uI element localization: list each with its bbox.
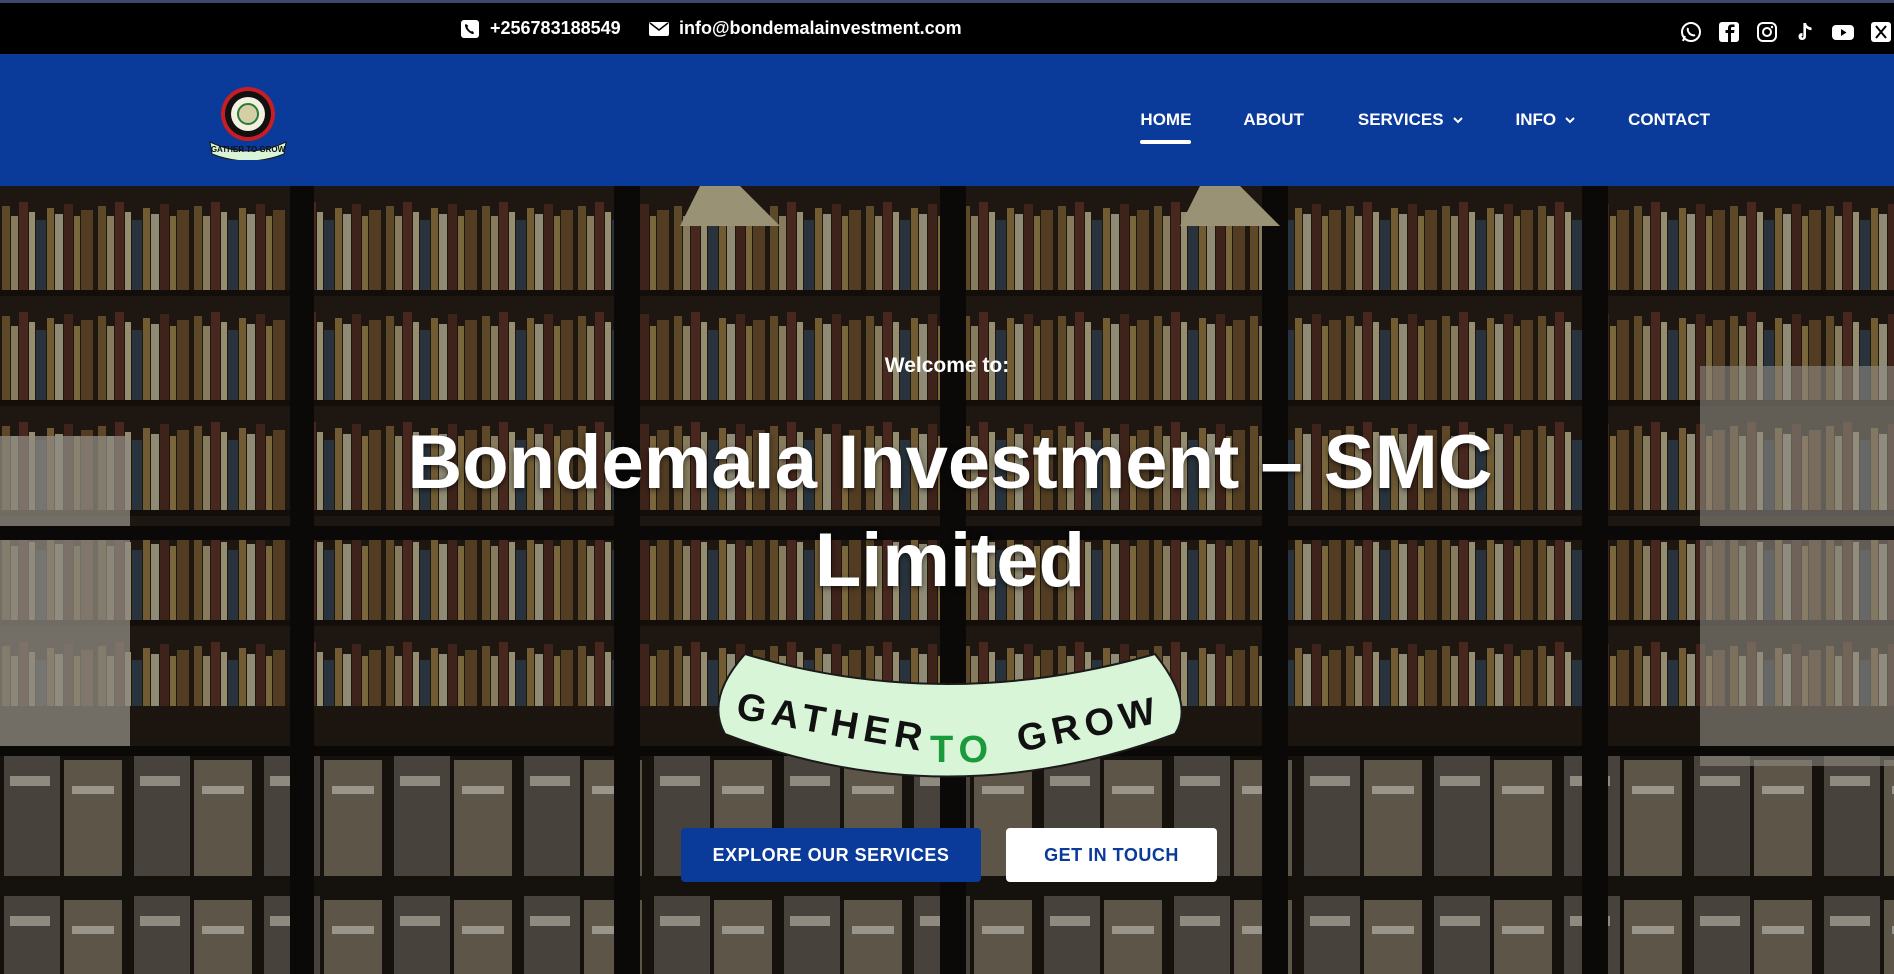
main-nav: HOME ABOUT SERVICES INFO CONTACT bbox=[1140, 54, 1710, 186]
instagram-icon[interactable] bbox=[1754, 19, 1780, 45]
nav-contact[interactable]: CONTACT bbox=[1628, 110, 1710, 130]
phone-number: +256783188549 bbox=[490, 18, 621, 38]
nav-info[interactable]: INFO bbox=[1516, 110, 1577, 130]
facebook-icon[interactable] bbox=[1716, 19, 1742, 45]
get-in-touch-button[interactable]: GET IN TOUCH bbox=[1006, 828, 1217, 882]
tiktok-icon[interactable] bbox=[1792, 19, 1818, 45]
top-bar: +256783188549 info@bondemalainvestment.c… bbox=[0, 0, 1894, 54]
nav-info-label: INFO bbox=[1515, 110, 1557, 129]
nav-about[interactable]: ABOUT bbox=[1243, 110, 1303, 130]
main-header: GATHER TO GROW HOME ABOUT SERVICES INFO … bbox=[0, 54, 1894, 186]
hero-section: Welcome to: Bondemala Investment – SMC L… bbox=[0, 186, 1894, 974]
whatsapp-icon[interactable] bbox=[1678, 19, 1704, 45]
email-address: info@bondemalainvestment.com bbox=[679, 18, 962, 38]
explore-services-button[interactable]: EXPLORE OUR SERVICES bbox=[681, 828, 981, 882]
phone-icon bbox=[461, 19, 479, 38]
hero-title: Bondemala Investment – SMC Limited bbox=[407, 420, 1493, 603]
chevron-down-icon bbox=[1452, 117, 1463, 124]
svg-text:GATHER TO GROW: GATHER TO GROW bbox=[211, 145, 286, 154]
phone-link[interactable]: +256783188549 bbox=[460, 18, 621, 39]
chevron-down-icon bbox=[1565, 117, 1575, 124]
nav-about-label: ABOUT bbox=[1243, 110, 1304, 129]
nav-contact-label: CONTACT bbox=[1628, 110, 1710, 129]
nav-services-label: SERVICES bbox=[1357, 110, 1444, 129]
tagline-banner: GATHER TO GROW bbox=[705, 644, 1195, 792]
nav-home[interactable]: HOME bbox=[1140, 110, 1192, 144]
nav-services[interactable]: SERVICES bbox=[1358, 110, 1464, 130]
social-links bbox=[1678, 19, 1894, 45]
email-link[interactable]: info@bondemalainvestment.com bbox=[649, 18, 962, 39]
nav-home-label: HOME bbox=[1140, 110, 1192, 129]
site-logo[interactable]: GATHER TO GROW bbox=[208, 82, 288, 162]
welcome-text: Welcome to: bbox=[884, 354, 1010, 377]
youtube-icon[interactable] bbox=[1830, 19, 1856, 45]
svg-text:TO: TO bbox=[930, 729, 994, 771]
envelope-icon bbox=[649, 21, 669, 36]
x-icon[interactable] bbox=[1868, 19, 1894, 45]
